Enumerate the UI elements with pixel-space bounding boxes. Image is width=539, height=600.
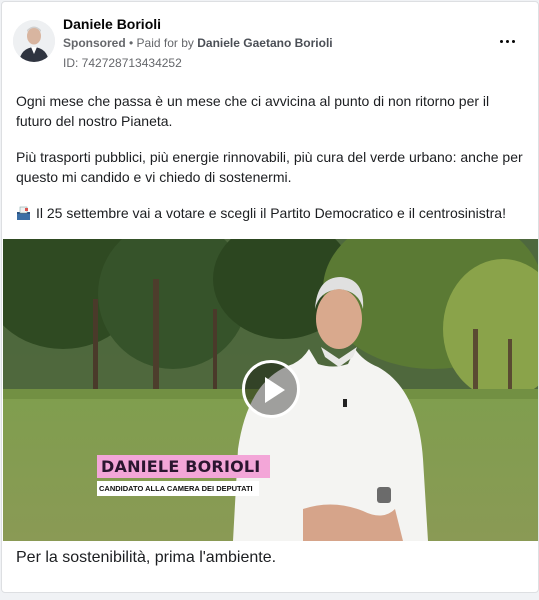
ad-id: ID: 742728713434252: [63, 56, 182, 70]
lower-third-role: CANDIDATO ALLA CAMERA DEI DEPUTATI: [97, 481, 259, 496]
avatar[interactable]: [13, 20, 55, 62]
paid-for-by: Daniele Gaetano Borioli: [197, 36, 333, 50]
more-options-icon[interactable]: [496, 32, 520, 52]
page-name[interactable]: Daniele Borioli: [63, 16, 161, 32]
sponsored-line: Sponsored • Paid for by Daniele Gaetano …: [63, 36, 333, 50]
avatar-image: [13, 20, 55, 62]
lower-third-name: DANIELE BORIOLI: [97, 455, 271, 478]
video-player[interactable]: DANIELE BORIOLI CANDIDATO ALLA CAMERA DE…: [3, 239, 538, 541]
ballot-box-icon: [17, 206, 30, 220]
post-body: Ogni mese che passa è un mese che ci avv…: [16, 91, 526, 239]
body-paragraph-3: Il 25 settembre vai a votare e scegli il…: [16, 203, 526, 223]
video-caption[interactable]: Per la sostenibilità, prima l'ambiente.: [16, 549, 276, 567]
paid-for-prefix: Paid for by: [136, 36, 198, 50]
body-paragraph-1: Ogni mese che passa è un mese che ci avv…: [16, 93, 490, 129]
lower-third: DANIELE BORIOLI CANDIDATO ALLA CAMERA DE…: [97, 455, 271, 496]
body-paragraph-2: Più trasporti pubblici, più energie rinn…: [16, 149, 523, 185]
ad-card: Daniele Borioli Sponsored • Paid for by …: [1, 1, 539, 593]
sponsored-label: Sponsored: [63, 36, 126, 50]
body-paragraph-3-text: Il 25 settembre vai a votare e scegli il…: [36, 205, 506, 221]
post-header: Daniele Borioli Sponsored • Paid for by …: [2, 2, 538, 82]
play-icon[interactable]: [242, 360, 300, 418]
meta-separator: •: [125, 36, 137, 50]
